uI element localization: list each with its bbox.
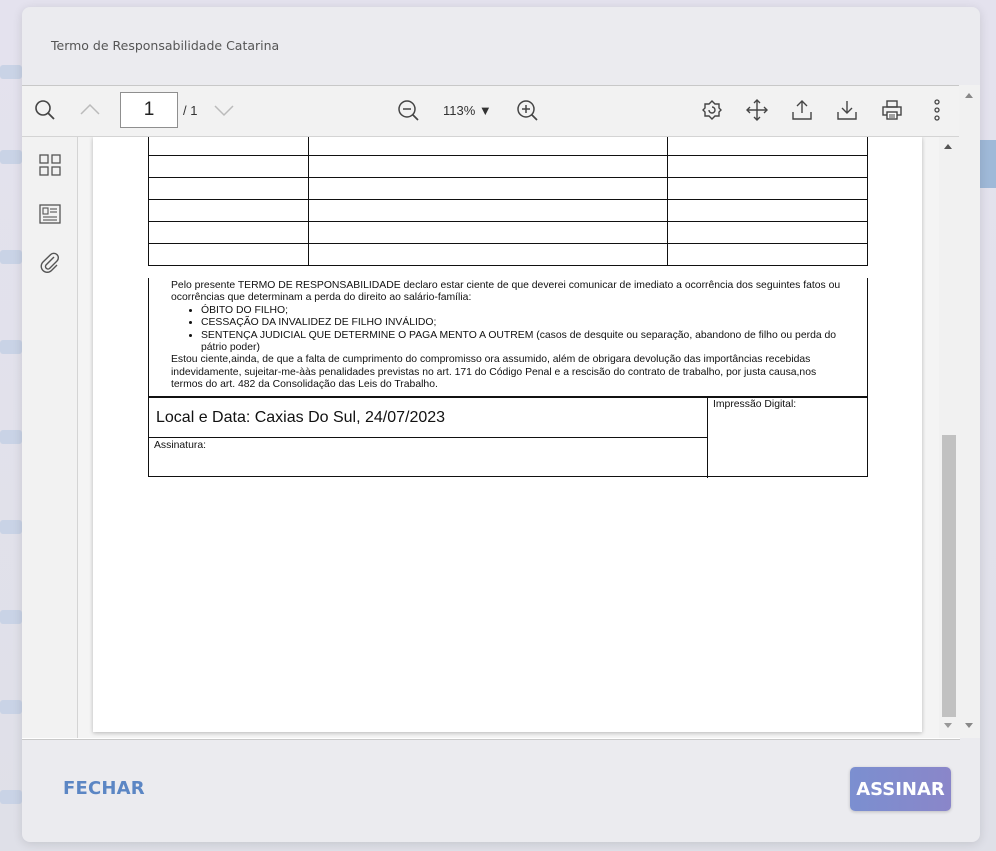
- pdf-viewer: 1 / 1 113% ▼ Pelo presente TERMO DE RESP…: [22, 85, 960, 740]
- sign-button[interactable]: ASSINAR: [850, 767, 951, 811]
- scroll-up-arrow-icon[interactable]: [944, 144, 952, 149]
- background-fragment: [0, 610, 22, 624]
- table-cell: [307, 243, 669, 266]
- fingerprint-label: Impressão Digital:: [713, 399, 797, 410]
- pdf-sidebar: [22, 137, 78, 738]
- table-cell: [148, 155, 309, 178]
- page-total: / 1: [183, 103, 198, 118]
- background-fragment: [0, 65, 22, 79]
- pan-icon[interactable]: [742, 95, 772, 125]
- background-fragment: [0, 150, 22, 164]
- outline-icon[interactable]: [36, 200, 64, 228]
- list-item: SENTENÇA JUDICIAL QUE DETERMINE O PAGA M…: [201, 330, 847, 355]
- background-fragment: [0, 250, 22, 264]
- rotate-icon[interactable]: [697, 95, 727, 125]
- table-row: [148, 177, 868, 200]
- background-fragment: [0, 430, 22, 444]
- background-fragment: [0, 700, 22, 714]
- signature-cell: Assinatura:: [149, 438, 708, 478]
- table-cell: [148, 243, 309, 266]
- document-area[interactable]: Pelo presente TERMO DE RESPONSABILIDADE …: [78, 137, 939, 738]
- share-icon[interactable]: [787, 95, 817, 125]
- background-fragment: [0, 520, 22, 534]
- terms-intro: Pelo presente TERMO DE RESPONSABILIDADE …: [171, 280, 841, 304]
- terms-section: Pelo presente TERMO DE RESPONSABILIDADE …: [148, 278, 868, 397]
- search-icon[interactable]: [30, 95, 60, 125]
- table-cell: [307, 177, 669, 200]
- table-cell: [667, 199, 868, 222]
- table-cell: [667, 243, 868, 266]
- modal-scrollbar[interactable]: [959, 85, 980, 738]
- modal-title: Termo de Responsabilidade Catarina: [51, 38, 280, 53]
- scrollbar-thumb[interactable]: [942, 435, 956, 717]
- scroll-up-arrow-icon[interactable]: [965, 93, 973, 98]
- table-cell: [148, 199, 309, 222]
- page-number-input[interactable]: 1: [120, 92, 178, 128]
- table-row: [148, 243, 868, 266]
- table-cell: [667, 137, 868, 156]
- document-scrollbar[interactable]: [939, 137, 959, 738]
- signature-section: Local e Data: Caxias Do Sul, 24/07/2023 …: [148, 397, 868, 478]
- zoom-out-icon[interactable]: [393, 95, 423, 125]
- thumbnails-icon[interactable]: [36, 151, 64, 179]
- download-icon[interactable]: [832, 95, 862, 125]
- table-row: [148, 221, 868, 244]
- document-modal: Termo de Responsabilidade Catarina 1 / 1…: [22, 7, 980, 842]
- background-fragment: [0, 790, 22, 804]
- table-cell: [307, 199, 669, 222]
- more-icon[interactable]: [922, 95, 952, 125]
- location-date-cell: Local e Data: Caxias Do Sul, 24/07/2023: [149, 398, 708, 438]
- table-row: [148, 155, 868, 178]
- list-item: CESSAÇÃO DA INVALIDEZ DE FILHO INVÁLIDO;: [201, 317, 847, 329]
- print-icon[interactable]: [877, 95, 907, 125]
- location-date: Local e Data: Caxias Do Sul, 24/07/2023: [156, 409, 446, 426]
- table-cell: [148, 137, 309, 156]
- table-row: [148, 199, 868, 222]
- list-item: ÓBITO DO FILHO;: [201, 305, 847, 317]
- dependents-table: [148, 137, 868, 266]
- table-cell: [307, 155, 669, 178]
- document-page: Pelo presente TERMO DE RESPONSABILIDADE …: [93, 137, 922, 732]
- close-button[interactable]: FECHAR: [63, 778, 145, 799]
- table-cell: [667, 155, 868, 178]
- chevron-down-icon[interactable]: [209, 95, 239, 125]
- table-cell: [667, 221, 868, 244]
- table-row: [148, 137, 868, 156]
- zoom-select[interactable]: 113% ▼: [443, 103, 492, 118]
- terms-closing: Estou ciente,ainda, de que a falta de cu…: [171, 354, 817, 391]
- table-cell: [307, 221, 669, 244]
- zoom-in-icon[interactable]: [512, 95, 542, 125]
- terms-list: ÓBITO DO FILHO; CESSAÇÃO DA INVALIDEZ DE…: [171, 305, 847, 355]
- background-fragment: [0, 340, 22, 354]
- attachment-icon[interactable]: [36, 249, 64, 277]
- scroll-down-arrow-icon[interactable]: [944, 723, 952, 728]
- pdf-toolbar: 1 / 1 113% ▼: [22, 86, 959, 137]
- chevron-up-icon[interactable]: [75, 95, 105, 125]
- scroll-down-arrow-icon[interactable]: [965, 723, 973, 728]
- table-cell: [148, 221, 309, 244]
- table-cell: [148, 177, 309, 200]
- table-cell: [667, 177, 868, 200]
- signature-label: Assinatura:: [154, 440, 206, 451]
- table-cell: [307, 137, 669, 156]
